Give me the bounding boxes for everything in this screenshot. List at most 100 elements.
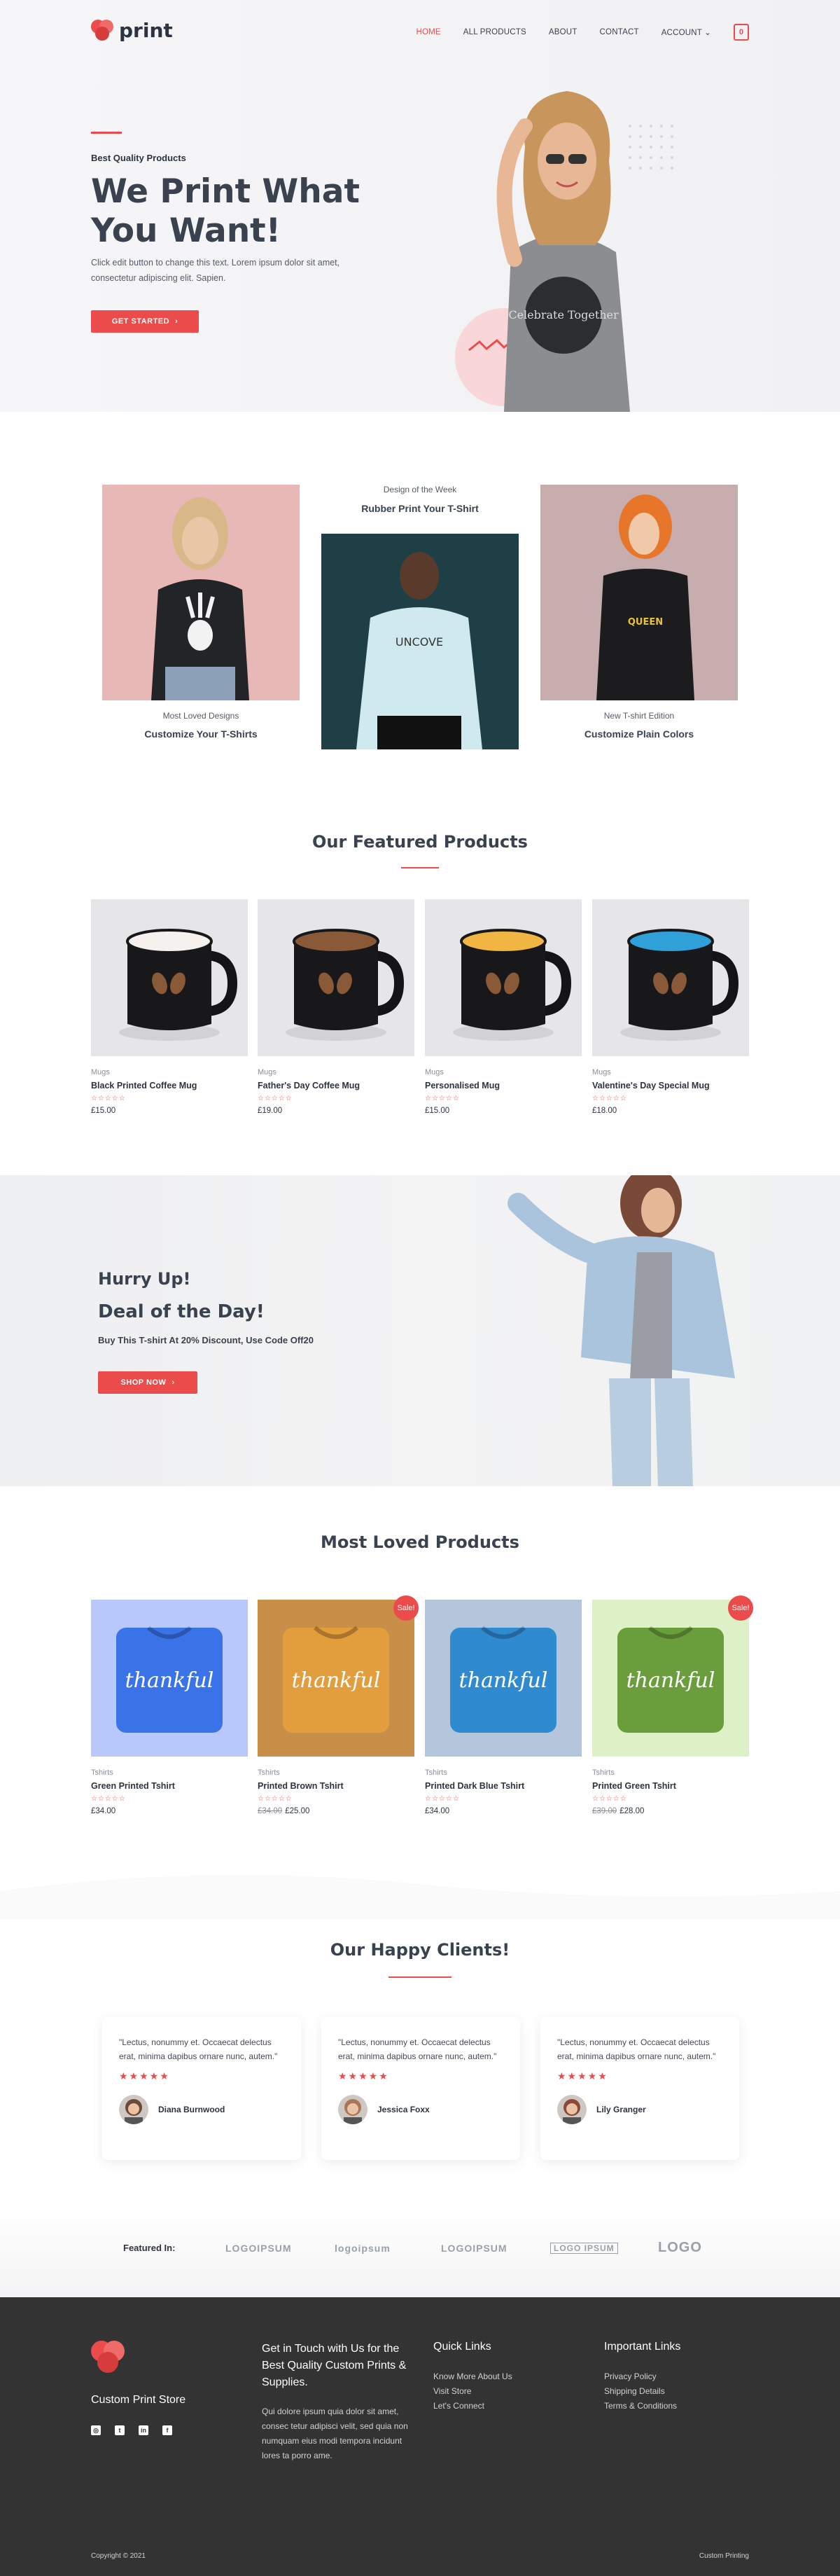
quick-links-title: Quick Links [433,2341,491,2353]
quick-link[interactable]: Visit Store [433,2384,512,2399]
product-name[interactable]: Printed Brown Tshirt [258,1781,414,1791]
product-card[interactable]: thankful Tshirts Green Printed Tshirt ☆☆☆☆☆… [91,1600,248,1815]
shop-now-label: SHOP NOW [120,1378,167,1387]
mug-image[interactable] [258,899,414,1056]
center-design-title[interactable]: Rubber Print Your T-Shirt [321,503,519,514]
mug-image[interactable] [592,899,749,1056]
cart-icon[interactable]: 0 [734,24,749,41]
product-card[interactable]: thankful Tshirts Printed Dark Blue Tshirt ☆… [425,1600,582,1815]
product-price: £15.00 [425,1107,450,1115]
product-category: Tshirts [258,1768,280,1777]
product-category: Mugs [91,1068,110,1076]
testimonial-author: Diana Burnwood [119,2095,284,2124]
rating-stars: ★★★★★ [338,2070,389,2082]
product-card[interactable]: Mugs Valentine's Day Special Mug ☆☆☆☆☆ £18.… [592,899,749,1115]
clients-title: Our Happy Clients! [330,1940,510,1960]
product-category: Mugs [592,1068,611,1076]
featured-logo-4: LOGO IPSUM [550,2243,618,2254]
site-logo[interactable]: print [91,18,173,42]
social-links: ◎ t in f [91,2425,172,2435]
new-edition-image[interactable]: QUEEN [540,485,738,700]
client-name: Lily Granger [596,2105,646,2114]
page: print HOME ALL PRODUCTS ABOUT CONTACT AC… [0,0,840,2576]
deal-model-image [507,1175,735,1486]
mug-image[interactable] [425,899,582,1056]
tshirt-image[interactable]: thankful [258,1600,414,1757]
chevron-right-icon: › [172,1378,175,1387]
important-link[interactable]: Privacy Policy [604,2369,677,2384]
copyright: Copyright © 2021 [91,2552,146,2560]
instagram-icon[interactable]: ◎ [91,2425,101,2435]
product-name[interactable]: Valentine's Day Special Mug [592,1081,749,1090]
product-price: £34.00 [425,1807,582,1815]
product-category: Tshirts [425,1768,447,1777]
nav-contact[interactable]: CONTACT [600,28,639,36]
design-of-week-image[interactable]: UNCOVE [321,534,519,749]
nav-home[interactable]: HOME [416,28,440,36]
product-name[interactable]: Personalised Mug [425,1081,582,1090]
get-started-button[interactable]: GET STARTED › [91,310,199,333]
product-price: £34.00 [91,1807,248,1815]
tshirt-print: thankful [125,1668,214,1693]
twitter-icon[interactable]: t [115,2425,125,2435]
product-price: £19.00 [258,1107,283,1115]
nav-all-products[interactable]: ALL PRODUCTS [463,28,526,36]
product-price: £15.00 [91,1107,116,1115]
product-name[interactable]: Black Printed Coffee Mug [91,1081,248,1090]
important-links-title: Important Links [604,2341,681,2353]
nav-about[interactable]: ABOUT [549,28,578,36]
hero-text: Click edit button to change this text. L… [91,258,340,283]
important-link[interactable]: Terms & Conditions [604,2399,677,2414]
product-name[interactable]: Printed Dark Blue Tshirt [425,1781,582,1791]
footer-contact-text: Qui dolore ipsum quia dolor sit amet, co… [262,2407,408,2460]
client-name: Diana Burnwood [158,2105,225,2114]
sale-price: £25.00 [285,1807,310,1815]
hero-accent-line [91,132,122,134]
featured-logo-5: LOGO [658,2240,702,2255]
product-category: Mugs [258,1068,276,1076]
product-price: £39.00 £28.00 [592,1807,749,1815]
left-design-title[interactable]: Customize Your T-Shirts [102,728,300,740]
product-name[interactable]: Printed Green Tshirt [592,1781,749,1791]
nav-account-label: ACCOUNT [661,29,702,37]
important-link[interactable]: Shipping Details [604,2384,677,2399]
sale-price: £34.00 [425,1807,450,1815]
deal-kicker: Hurry Up! [98,1269,191,1289]
quick-link[interactable]: Know More About Us [433,2369,512,2384]
shop-now-button[interactable]: SHOP NOW › [98,1371,197,1394]
rating-stars: ☆☆☆☆☆ [425,1795,460,1803]
footer-logo-icon [91,2341,126,2373]
deal-of-day-section: Hurry Up! Deal of the Day! Buy This T-sh… [0,1175,840,1486]
testimonial-author: Jessica Foxx [338,2095,503,2124]
product-card[interactable]: Mugs Personalised Mug ☆☆☆☆☆ £15.00 [425,899,582,1115]
hero-subtitle: Best Quality Products [91,153,186,163]
featured-products-title: Our Featured Products [312,832,528,852]
footer-bottom-link[interactable]: Custom Printing [699,2552,749,2560]
mug-image[interactable] [91,899,248,1056]
logo-text: print [119,18,173,42]
footer-store-name: Custom Print Store [91,2394,186,2406]
sale-price: £28.00 [620,1807,645,1815]
quick-link[interactable]: Let's Connect [433,2399,512,2414]
featured-logo-2: logoipsum [335,2243,391,2254]
deal-title: Deal of the Day! [98,1301,265,1322]
center-shirt-print: UNCOVE [396,635,443,649]
tshirt-print: thankful [459,1668,548,1693]
tshirt-image[interactable]: thankful [425,1600,582,1757]
rating-stars: ★★★★★ [119,2070,170,2082]
important-links-list: Privacy Policy Shipping Details Terms & … [604,2369,677,2414]
product-card[interactable]: thankful Sale! Tshirts Printed Brown Tshirt… [258,1595,419,1815]
nav-account[interactable]: ACCOUNT ⌄ [662,27,711,37]
linkedin-icon[interactable]: in [139,2425,148,2435]
right-design-title[interactable]: Customize Plain Colors [540,728,738,740]
product-name[interactable]: Father's Day Coffee Mug [258,1081,414,1090]
tshirt-image[interactable]: thankful [592,1600,749,1757]
product-card[interactable]: thankful Sale! Tshirts Printed Green Tshirt… [592,1595,753,1815]
product-card[interactable]: Mugs Father's Day Coffee Mug ☆☆☆☆☆ £19.00 [258,899,414,1115]
tshirt-image[interactable]: thankful [91,1600,248,1757]
product-name[interactable]: Green Printed Tshirt [91,1781,248,1791]
product-card[interactable]: Mugs Black Printed Coffee Mug ☆☆☆☆☆ £15.00 [91,899,248,1115]
testimonial-card: "Lectus, nonummy et. Occaecat delectus e… [321,2017,520,2160]
facebook-icon[interactable]: f [162,2425,172,2435]
most-loved-designs-image[interactable] [102,485,300,700]
